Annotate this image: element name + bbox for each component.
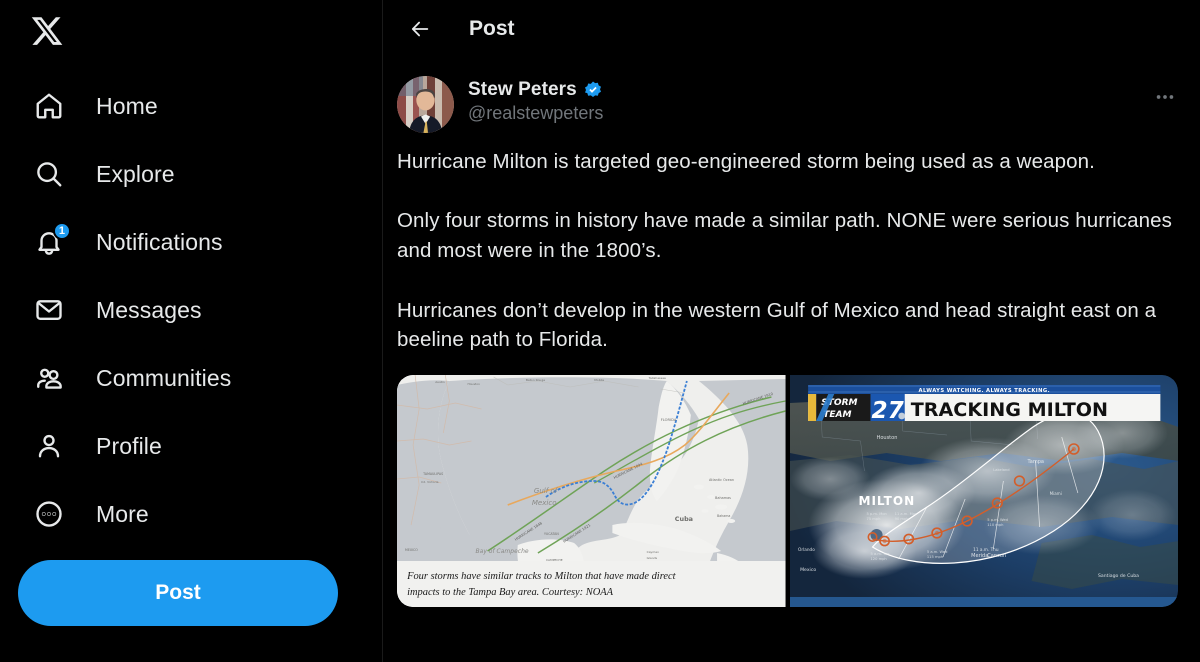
svg-text:120 mph: 120 mph [870, 557, 886, 561]
sidebar-item-label: More [96, 500, 149, 527]
sidebar-item-label: Profile [96, 432, 162, 459]
post-detail-column: Post Stew Peters @realstewpeters Hurrica… [383, 0, 1200, 662]
map-label-gulf: Gulf of [534, 486, 559, 495]
map-label-city: Austin [435, 380, 445, 384]
storm-name-label: MILTON [858, 494, 915, 508]
svg-text:11 a.m. Mon: 11 a.m. Mon [894, 512, 917, 516]
svg-text:5 p.m. Wed: 5 p.m. Wed [987, 518, 1008, 522]
display-name-row: Stew Peters [468, 79, 603, 101]
sidebar-item-profile[interactable]: Profile [22, 412, 382, 480]
map-label-houston: Houston [876, 435, 897, 441]
map-label-cancun: Cancun [987, 553, 1006, 559]
broadcast-headline: TRACKING MILTON [910, 399, 1107, 421]
svg-text:5 p.m. Mon: 5 p.m. Mon [866, 512, 886, 516]
map-label-gulf2: Mexico [532, 498, 557, 507]
author-display-name[interactable]: Stew Peters [468, 79, 577, 101]
map-label-cayman2: Islands [647, 556, 658, 560]
map-label-cdvictoria: Cd. Victoria [421, 480, 439, 484]
page-title: Post [469, 17, 515, 40]
sidebar-item-communities[interactable]: Communities [22, 344, 382, 412]
svg-text:110 mph: 110 mph [987, 523, 1003, 527]
sidebar-item-explore[interactable]: Explore [22, 140, 382, 208]
x-logo-icon[interactable] [22, 0, 90, 62]
svg-text:90 mph: 90 mph [894, 517, 908, 521]
map-label-tampa: Tampa [1026, 459, 1043, 465]
more-options-icon[interactable] [1148, 80, 1182, 114]
sidebar-item-label: Communities [96, 364, 232, 391]
map-label-city: Tallahassee [648, 376, 666, 380]
author-names: Stew Peters @realstewpeters [468, 76, 603, 124]
back-arrow-icon[interactable] [401, 10, 439, 48]
svg-text:75 mph: 75 mph [866, 517, 880, 521]
map-label-merida-detail: 11 a.m. Thu [973, 547, 999, 552]
map-label-bahamas: Bahamas [715, 496, 731, 500]
post-author-row: Stew Peters @realstewpeters [383, 58, 1200, 133]
svg-text:5 a.m. Tue: 5 a.m. Tue [870, 552, 890, 556]
map-label-yucatan: YUCATAN [544, 532, 559, 536]
map-label-cayman: Cayman [647, 550, 660, 554]
sidebar-item-more[interactable]: More [22, 480, 382, 548]
station-number: 27 [871, 398, 903, 424]
sidebar-item-home[interactable]: Home [22, 72, 382, 140]
map-label-miami: Miami [1049, 491, 1061, 496]
search-icon [22, 153, 76, 195]
post-media-grid: HURRICANE 1848 HURRICANE 1921 HURRICANE … [397, 375, 1178, 608]
sidebar-item-notifications[interactable]: 1 Notifications [22, 208, 382, 276]
post-text: Hurricane Milton is targeted geo-enginee… [397, 150, 1172, 352]
map-label-city: Baton Rouge [526, 378, 545, 382]
map-label-atlantic: Atlantic Ocean [709, 478, 734, 482]
map-label-mexico: Mexico [800, 567, 816, 573]
map-label-tamaulipas: TAMAULIPAS [422, 472, 443, 476]
compose-post-button[interactable]: Post [18, 560, 338, 626]
person-icon [22, 425, 76, 467]
primary-sidebar: Home Explore 1 Notifications Messages Co… [0, 0, 383, 662]
x-app-window: Home Explore 1 Notifications Messages Co… [0, 0, 1200, 662]
map-label-mexico: MEXICO [405, 548, 418, 552]
map-label-campeche: Bay of Campeche [476, 548, 529, 555]
home-icon [22, 85, 76, 127]
map-label-santiago: Santiago de Cuba [1097, 573, 1138, 579]
bell-icon: 1 [22, 221, 76, 263]
sidebar-item-label: Home [96, 92, 158, 119]
sidebar-item-label: Explore [96, 160, 175, 187]
map-label-merida: Merida [971, 553, 988, 559]
notification-badge: 1 [52, 222, 71, 240]
station-brand-line2: TEAM [823, 410, 851, 420]
svg-text:5 a.m. Wed: 5 a.m. Wed [926, 550, 947, 554]
sidebar-nav: Home Explore 1 Notifications Messages Co… [22, 72, 382, 548]
media-item-tracking-milton-graphic[interactable]: Houston Tampa Merida 11 a.m. Thu Cancun … [789, 375, 1178, 608]
banner-tagline: ALWAYS WATCHING. ALWAYS TRACKING. [918, 388, 1049, 394]
media-caption-line1: Four storms have similar tracks to Milto… [406, 571, 677, 582]
post-header-bar: Post [383, 0, 1200, 58]
sidebar-item-messages[interactable]: Messages [22, 276, 382, 344]
avatar[interactable] [397, 76, 454, 133]
map-label-bahamas2: Bahama [717, 514, 730, 518]
people-icon [22, 357, 76, 399]
media-item-noaa-track-map[interactable]: HURRICANE 1848 HURRICANE 1921 HURRICANE … [397, 375, 786, 608]
map-label-cuba: Cuba [675, 515, 693, 523]
map-label-city: Mobile [594, 378, 604, 382]
author-handle[interactable]: @realstewpeters [468, 103, 603, 124]
svg-text:Lakeland: Lakeland [993, 468, 1009, 472]
verified-badge-icon [584, 81, 601, 97]
map-label-city: Houston [467, 382, 480, 386]
sidebar-item-label: Notifications [96, 228, 223, 255]
map-label-orlando: Orlando [798, 547, 815, 552]
svg-text:115 mph: 115 mph [926, 555, 942, 559]
more-circle-icon [22, 493, 76, 535]
sidebar-item-label: Messages [96, 296, 202, 323]
media-caption-line2: impacts to the Tampa Bay area. Courtesy:… [407, 587, 614, 598]
envelope-icon [22, 289, 76, 331]
map-label-florida: FLORIDA [661, 418, 677, 422]
